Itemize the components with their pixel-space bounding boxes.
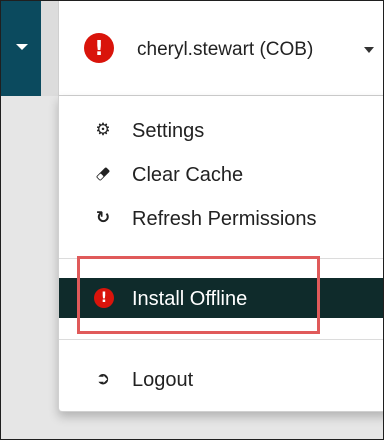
- user-dropdown-menu: ⚙ Settings Clear Cache ↻ Refresh Permiss…: [58, 96, 383, 412]
- sign-out-icon: ➲: [95, 369, 111, 389]
- menu-item-refresh-permissions[interactable]: ↻ Refresh Permissions: [59, 198, 383, 238]
- top-navbar: ! cheryl.stewart (COB): [1, 1, 383, 96]
- menu-item-logout[interactable]: ➲ Logout: [59, 359, 383, 399]
- user-menu-toggle[interactable]: ! cheryl.stewart (COB): [58, 1, 383, 96]
- menu-divider: [59, 258, 383, 259]
- screenshot-frame: ! cheryl.stewart (COB) ⚙ Settings Clear …: [0, 0, 384, 440]
- exclamation-circle-icon: !: [94, 288, 114, 308]
- menu-item-label: Clear Cache: [132, 164, 244, 186]
- nav-left-toggle[interactable]: [1, 1, 41, 96]
- gear-icon: ⚙: [95, 120, 111, 140]
- caret-down-icon: [364, 47, 374, 53]
- menu-item-settings[interactable]: ⚙ Settings: [59, 110, 383, 150]
- nav-spacer: [41, 1, 58, 96]
- menu-item-label: Install Offline: [132, 288, 248, 310]
- menu-item-label: Settings: [132, 120, 205, 142]
- username-label: cheryl.stewart (COB): [137, 39, 314, 60]
- caret-down-icon: [16, 44, 28, 50]
- menu-item-label: Refresh Permissions: [132, 208, 317, 230]
- eraser-icon: [93, 164, 113, 184]
- exclamation-circle-icon: !: [84, 33, 114, 63]
- refresh-icon: ↻: [95, 208, 111, 228]
- menu-divider: [59, 339, 383, 340]
- menu-item-install-offline[interactable]: ! Install Offline: [59, 278, 383, 318]
- menu-item-clear-cache[interactable]: Clear Cache: [59, 154, 383, 194]
- menu-item-label: Logout: [132, 369, 194, 391]
